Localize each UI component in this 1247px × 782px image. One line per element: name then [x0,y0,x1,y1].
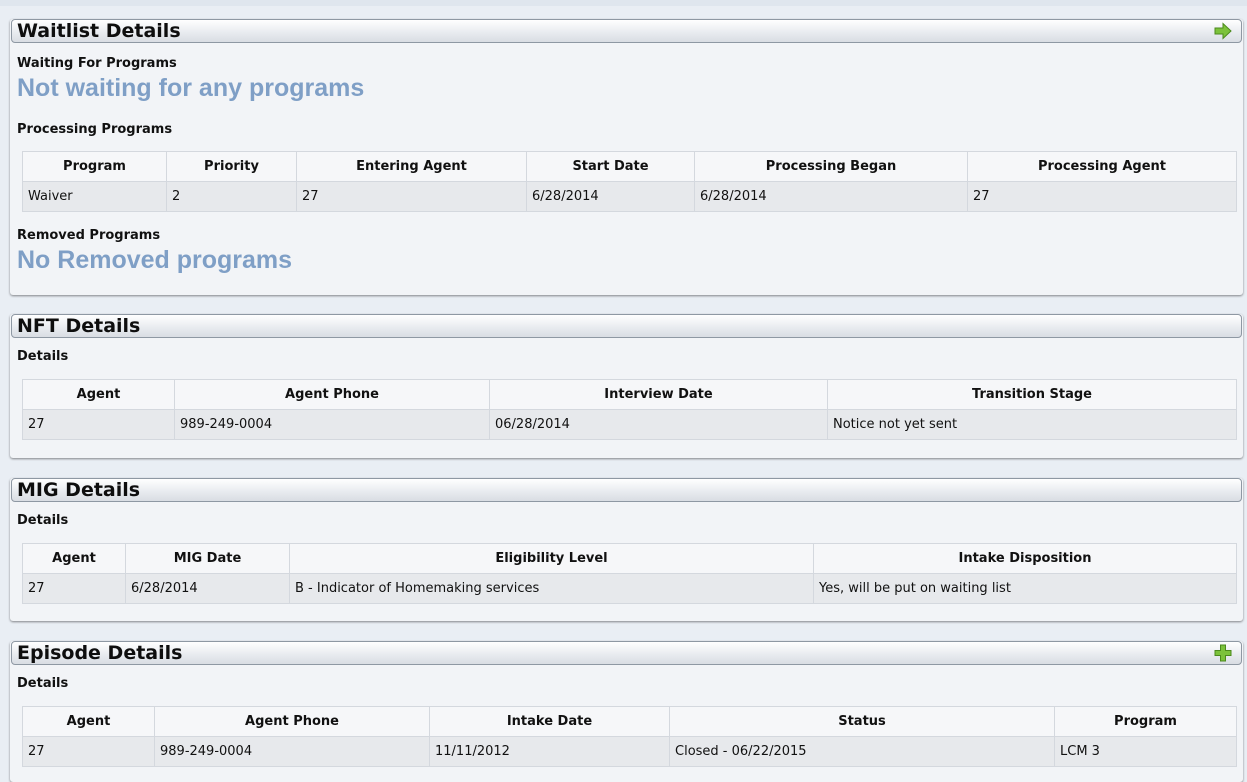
table-cell: B - Indicator of Homemaking services [289,573,814,604]
table-row[interactable]: 27 6/28/2014 B - Indicator of Homemaking… [22,573,1237,604]
episode-panel: Episode Details Details Agent Agent Phon… [10,641,1243,782]
column-header: Processing Began [694,151,968,182]
table-cell: 989-249-0004 [174,409,490,440]
details-heading: Details [17,349,69,364]
removed-heading: Removed Programs [17,228,161,243]
table-cell: 11/11/2012 [429,736,670,767]
episode-table: Agent Agent Phone Intake Date Status Pro… [22,706,1237,767]
episode-title: Episode Details [17,642,183,664]
processing-table: Program Priority Entering Agent Start Da… [22,151,1237,212]
table-cell: LCM 3 [1054,736,1237,767]
episode-header: Episode Details [11,641,1242,665]
table-cell: 27 [296,181,527,212]
column-header: Program [22,151,167,182]
waiting-heading: Waiting For Programs [17,56,177,71]
nft-title: NFT Details [17,315,141,337]
table-cell: 2 [166,181,297,212]
nft-table: Agent Agent Phone Interview Date Transit… [22,379,1237,440]
column-header: Transition Stage [827,379,1237,410]
column-header: Status [669,706,1055,737]
mig-panel: MIG Details Details Agent MIG Date Eligi… [10,478,1243,621]
waitlist-header: Waitlist Details [11,19,1242,43]
column-header: Agent Phone [174,379,490,410]
table-cell: 27 [22,573,126,604]
waitlist-title: Waitlist Details [17,20,181,42]
table-row[interactable]: Waiver 2 27 6/28/2014 6/28/2014 27 [22,181,1237,212]
column-header: Start Date [526,151,695,182]
table-cell: 27 [22,736,155,767]
mig-header: MIG Details [11,478,1242,502]
mig-title: MIG Details [17,479,141,501]
details-heading: Details [17,676,69,691]
column-header: Agent Phone [154,706,430,737]
column-header: Agent [22,706,155,737]
table-cell: Closed - 06/22/2015 [669,736,1055,767]
column-header: Intake Disposition [813,543,1237,574]
table-cell: 6/28/2014 [125,573,290,604]
table-header-row: Program Priority Entering Agent Start Da… [22,151,1237,182]
table-cell: 27 [22,409,175,440]
details-heading: Details [17,513,69,528]
nft-panel: NFT Details Details Agent Agent Phone In… [10,314,1243,458]
table-row[interactable]: 27 989-249-0004 06/28/2014 Notice not ye… [22,409,1237,440]
processing-heading: Processing Programs [17,122,173,137]
column-header: Interview Date [489,379,828,410]
table-cell: 6/28/2014 [694,181,968,212]
removed-message: No Removed programs [17,246,293,274]
table-header-row: Agent MIG Date Eligibility Level Intake … [22,543,1237,574]
table-cell: Notice not yet sent [827,409,1237,440]
table-cell: Waiver [22,181,167,212]
column-header: MIG Date [125,543,290,574]
column-header: Eligibility Level [289,543,814,574]
table-cell: 06/28/2014 [489,409,828,440]
plus-icon[interactable] [1213,643,1233,663]
column-header: Program [1054,706,1237,737]
column-header: Agent [22,379,175,410]
waitlist-panel: Waitlist Details Waiting For Programs No… [10,19,1243,295]
table-cell: 27 [967,181,1237,212]
column-header: Agent [22,543,126,574]
waiting-message: Not waiting for any programs [17,74,365,102]
table-cell: 6/28/2014 [526,181,695,212]
nft-header: NFT Details [11,314,1242,338]
table-row[interactable]: 27 989-249-0004 11/11/2012 Closed - 06/2… [22,736,1237,767]
table-cell: Yes, will be put on waiting list [813,573,1237,604]
top-strip [0,0,1247,6]
column-header: Processing Agent [967,151,1237,182]
arrow-right-icon[interactable] [1213,21,1233,41]
column-header: Intake Date [429,706,670,737]
mig-table: Agent MIG Date Eligibility Level Intake … [22,543,1237,604]
table-header-row: Agent Agent Phone Interview Date Transit… [22,379,1237,410]
column-header: Entering Agent [296,151,527,182]
table-header-row: Agent Agent Phone Intake Date Status Pro… [22,706,1237,737]
table-cell: 989-249-0004 [154,736,430,767]
column-header: Priority [166,151,297,182]
